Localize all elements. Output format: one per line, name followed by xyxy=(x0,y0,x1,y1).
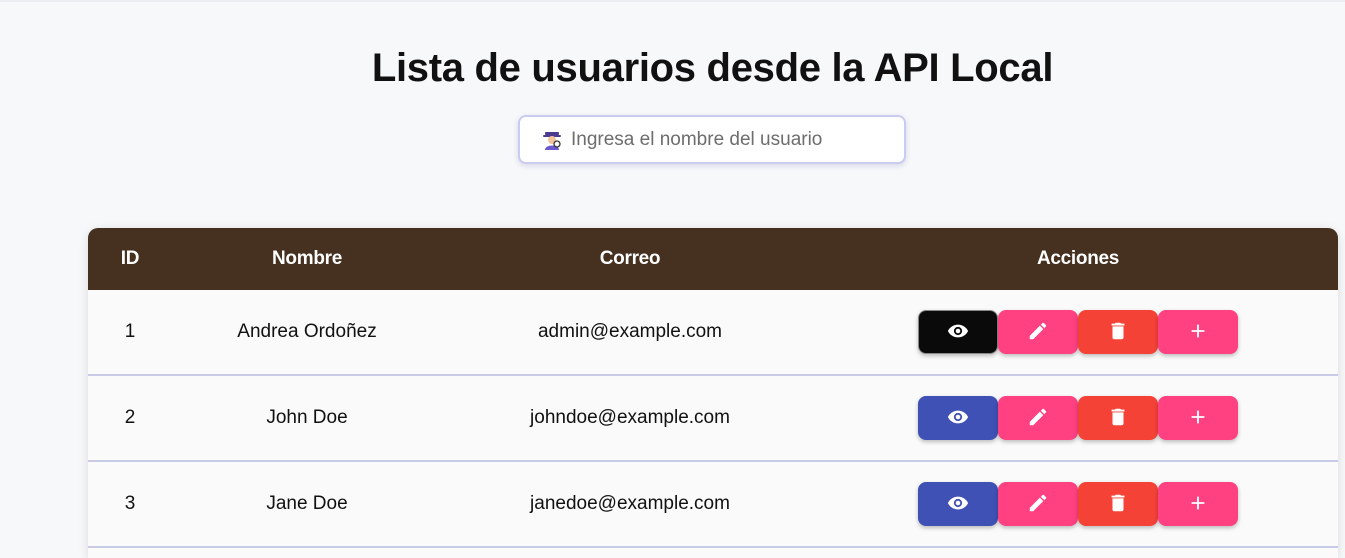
delete-button[interactable] xyxy=(1078,310,1158,354)
view-button[interactable] xyxy=(918,396,998,440)
cell-id: 3 xyxy=(124,493,136,514)
plus-icon xyxy=(1187,492,1209,517)
cell-name: Jane Doe xyxy=(266,493,348,514)
table-row: 2 John Doe johndoe@example.com xyxy=(88,376,1338,462)
pencil-icon xyxy=(1027,320,1049,345)
column-header-id: ID xyxy=(120,248,140,269)
cell-name: John Doe xyxy=(266,407,348,428)
eye-icon xyxy=(947,320,969,345)
table-header: ID Nombre Correo Acciones xyxy=(88,228,1338,290)
top-border xyxy=(0,0,1345,2)
edit-button[interactable] xyxy=(998,310,1078,354)
trash-icon xyxy=(1107,406,1129,431)
table-row: 1 Andrea Ordoñez admin@example.com xyxy=(88,290,1338,376)
cell-id: 1 xyxy=(124,321,136,342)
trash-icon xyxy=(1107,320,1129,345)
cell-email: johndoe@example.com xyxy=(530,407,730,428)
cell-email: admin@example.com xyxy=(537,321,723,342)
column-header-email: Correo xyxy=(599,248,661,269)
row-actions xyxy=(818,482,1338,526)
trash-icon xyxy=(1107,492,1129,517)
table-row: 3 Jane Doe janedoe@example.com xyxy=(88,462,1338,548)
detective-emoji-icon xyxy=(541,129,563,151)
eye-icon xyxy=(947,492,969,517)
edit-button[interactable] xyxy=(998,482,1078,526)
add-button[interactable] xyxy=(1158,482,1238,526)
pencil-icon xyxy=(1027,406,1049,431)
edit-button[interactable] xyxy=(998,396,1078,440)
view-button[interactable] xyxy=(918,310,998,354)
row-actions xyxy=(818,310,1338,354)
search-box[interactable] xyxy=(518,115,906,164)
add-button[interactable] xyxy=(1158,310,1238,354)
plus-icon xyxy=(1187,320,1209,345)
page-title: Lista de usuarios desde la API Local xyxy=(371,46,1054,90)
delete-button[interactable] xyxy=(1078,482,1158,526)
cell-id: 2 xyxy=(124,407,136,428)
eye-icon xyxy=(947,406,969,431)
plus-icon xyxy=(1187,406,1209,431)
add-button[interactable] xyxy=(1158,396,1238,440)
delete-button[interactable] xyxy=(1078,396,1158,440)
view-button[interactable] xyxy=(918,482,998,526)
column-header-name: Nombre xyxy=(272,248,342,269)
users-table: ID Nombre Correo Acciones 1 Andrea Ordoñ… xyxy=(88,228,1338,558)
column-header-actions: Acciones xyxy=(1036,248,1120,269)
search-input[interactable] xyxy=(571,128,891,151)
cell-email: janedoe@example.com xyxy=(530,493,730,514)
row-actions xyxy=(818,396,1338,440)
pencil-icon xyxy=(1027,492,1049,517)
cell-name: Andrea Ordoñez xyxy=(237,321,377,342)
